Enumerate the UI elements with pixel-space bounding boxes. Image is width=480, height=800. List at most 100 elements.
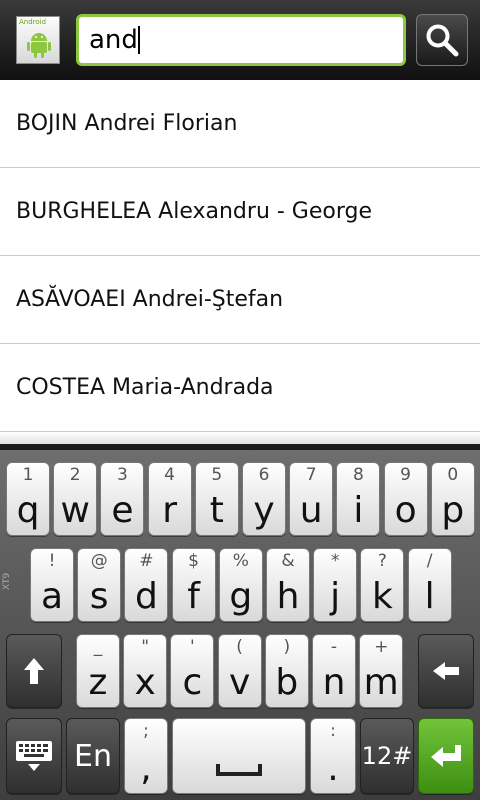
list-end-shadow [0, 432, 480, 444]
key-b[interactable]: ) b [264, 634, 309, 708]
space-key[interactable] [172, 718, 306, 794]
android-robot-icon [27, 33, 51, 58]
key-sub-label: " [141, 637, 150, 657]
key-main-label: w [60, 490, 90, 531]
key-o[interactable]: 9o [383, 462, 428, 536]
key-main-label: e [111, 490, 134, 531]
key-d[interactable]: # d [124, 548, 169, 622]
key-main-label: u [299, 490, 323, 531]
key-main-label: b [275, 662, 299, 703]
list-item[interactable]: ASĂVOAEI Andrei-Ştefan [0, 256, 480, 344]
period-key[interactable]: : . [310, 718, 356, 794]
key-t[interactable]: 5t [194, 462, 239, 536]
key-main-label: n [322, 662, 346, 703]
language-label: En [74, 738, 112, 774]
key-l[interactable]: / l [407, 548, 452, 622]
enter-key[interactable] [418, 718, 474, 794]
language-key[interactable]: En [66, 718, 120, 794]
key-main-label: z [88, 662, 108, 703]
key-x[interactable]: " x [123, 634, 168, 708]
key-main-label: s [89, 576, 109, 617]
comma-key[interactable]: ; , [124, 718, 168, 794]
key-f[interactable]: $ f [171, 548, 216, 622]
key-sub-label: 0 [447, 465, 459, 485]
key-sub-label: 6 [258, 465, 270, 485]
xt9-label: XT9 [2, 572, 12, 590]
key-u[interactable]: 7u [289, 462, 334, 536]
key-main-label: f [187, 576, 200, 617]
list-item[interactable]: BOJIN Andrei Florian [0, 80, 480, 168]
search-query-text: and [89, 25, 138, 55]
key-sub-label: : [330, 721, 336, 741]
key-sub-label: 5 [211, 465, 223, 485]
key-w[interactable]: 2w [53, 462, 98, 536]
key-j[interactable]: * j [313, 548, 358, 622]
key-sub-label: ? [377, 551, 387, 571]
key-q[interactable]: 1q [6, 462, 50, 536]
numbers-symbols-key[interactable]: 12# [360, 718, 414, 794]
app-icon-label: Android [19, 18, 47, 26]
key-main-label: p [441, 490, 465, 531]
key-main-label: q [16, 490, 40, 531]
key-i[interactable]: 8i [336, 462, 381, 536]
key-k[interactable]: ? k [360, 548, 405, 622]
search-button[interactable] [416, 14, 468, 66]
key-main-label: m [363, 662, 399, 703]
key-m[interactable]: + m [359, 634, 404, 708]
backspace-arrow-icon [433, 662, 459, 680]
key-main-label: a [40, 576, 64, 617]
search-input[interactable]: and [76, 14, 406, 66]
key-sub-label: ; [143, 721, 149, 741]
key-main-label: v [228, 662, 251, 703]
key-main-label: j [330, 576, 341, 617]
key-sub-label: / [426, 551, 433, 571]
backspace-key[interactable] [418, 634, 474, 708]
key-a[interactable]: ! a [30, 548, 74, 622]
keyboard-icon [16, 741, 52, 771]
key-sub-label: 9 [400, 465, 411, 485]
key-p[interactable]: 0p [430, 462, 475, 536]
key-sub-label: $ [188, 551, 199, 571]
key-sub-label: + [374, 637, 389, 657]
key-s[interactable]: @ s [77, 548, 122, 622]
search-results-list: BOJIN Andrei Florian BURGHELEA Alexandru… [0, 80, 480, 444]
key-sub-label: ! [48, 551, 56, 571]
key-main-label: . [327, 748, 339, 789]
search-icon [426, 24, 459, 57]
list-item[interactable]: BURGHELEA Alexandru - George [0, 168, 480, 256]
key-sub-label: # [139, 551, 154, 571]
key-main-label: r [162, 490, 177, 531]
key-main-label: g [229, 576, 253, 617]
space-bar-icon [216, 764, 262, 776]
key-sub-label: ' [190, 637, 195, 657]
key-n[interactable]: -n [312, 634, 356, 708]
text-caret [137, 26, 140, 54]
key-sub-label: 1 [22, 465, 34, 485]
key-v[interactable]: (v [217, 634, 262, 708]
key-z[interactable]: _ z [76, 634, 120, 708]
app-icon[interactable]: Android [16, 16, 60, 64]
search-bar: Android and [0, 0, 480, 80]
key-sub-label: _ [93, 637, 103, 657]
key-g[interactable]: % g [218, 548, 263, 622]
enter-arrow-icon [431, 745, 461, 767]
list-item[interactable]: COSTEA Maria-Andrada [0, 344, 480, 432]
key-sub-label: 7 [305, 465, 317, 485]
keyboard-settings-key[interactable] [6, 718, 62, 794]
key-main-label: d [134, 576, 158, 617]
shift-key[interactable] [6, 634, 62, 708]
key-sub-label: 8 [352, 465, 364, 485]
key-main-label: c [182, 662, 203, 703]
key-h[interactable]: & h [266, 548, 310, 622]
key-sub-label: & [281, 551, 295, 571]
key-c[interactable]: ' c [170, 634, 215, 708]
key-r[interactable]: 4r [147, 462, 192, 536]
key-main-label: x [134, 662, 156, 703]
key-sub-label: % [232, 551, 249, 571]
key-y[interactable]: 6y [242, 462, 286, 536]
key-main-label: o [394, 490, 417, 531]
shift-arrow-icon [24, 658, 44, 684]
key-sub-label: @ [90, 551, 108, 571]
key-sub-label: ) [283, 637, 291, 657]
key-e[interactable]: 3e [100, 462, 145, 536]
